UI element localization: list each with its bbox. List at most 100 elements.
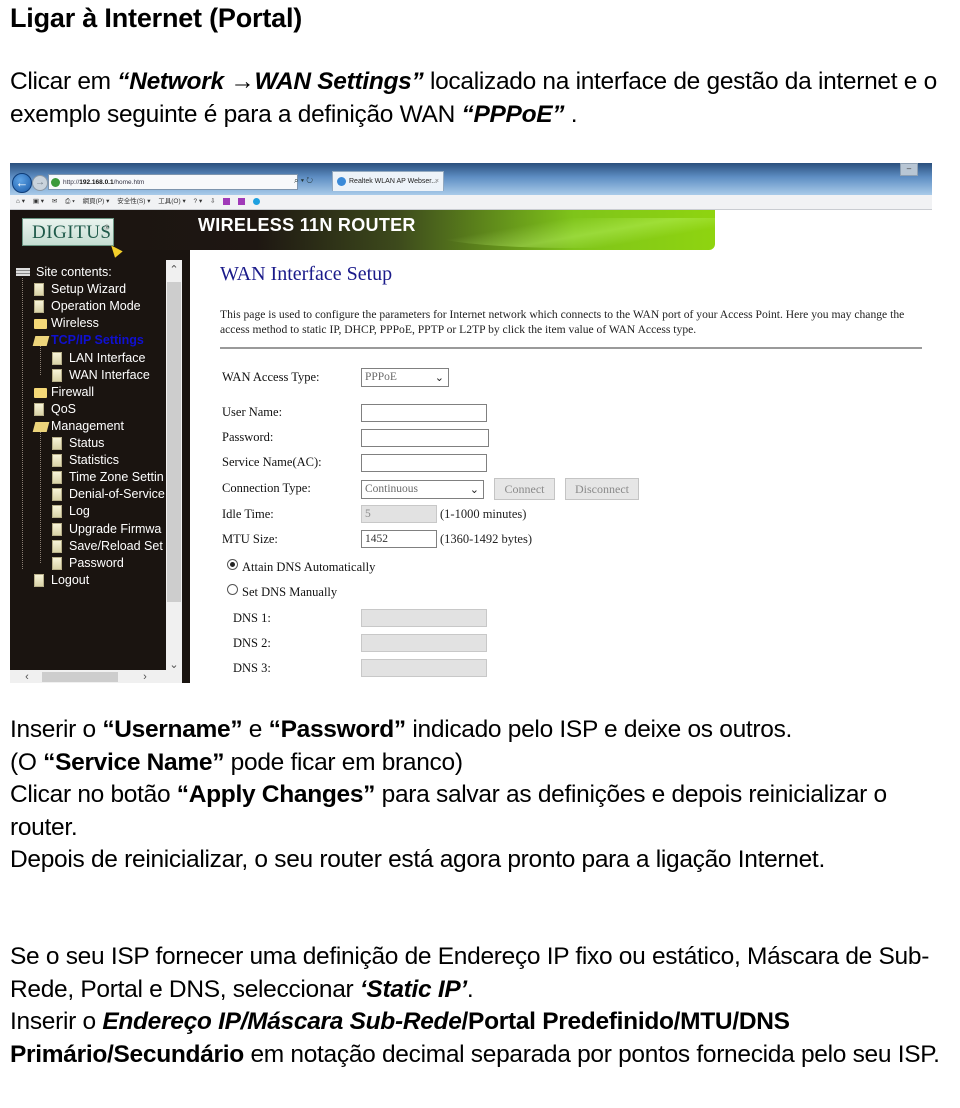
static-ip-emphasis: ‘Static IP’	[359, 975, 467, 1003]
user-name-input[interactable]	[361, 404, 487, 422]
browser-tab[interactable]: Realtek WLAN AP Webser... ×	[332, 171, 444, 191]
browser-command-bar: ⌂ ▾ ▣ ▾ ✉ ⎙ ▾ 網頁(P) ▾ 安全性(S) ▾ 工具(O) ▾ ?…	[10, 195, 932, 210]
divider	[220, 347, 922, 349]
back-arrow-icon: ←	[15, 175, 29, 190]
set-dns-manually-label: Set DNS Manually	[242, 585, 338, 599]
feeds-icon[interactable]: ▣ ▾	[33, 198, 44, 205]
sidebar-horizontal-scrollbar[interactable]: ‹ ›	[10, 670, 182, 683]
intro-paragraph: Clicar em “Network →WAN Settings” locali…	[10, 68, 937, 128]
page-icon	[34, 402, 44, 416]
pppoe-emphasis: “PPPoE”	[461, 100, 565, 128]
instructions-paragraph: Inserir o “Username” e “Password” indica…	[10, 716, 887, 873]
home-icon[interactable]: ⌂ ▾	[16, 198, 25, 205]
user-name-label: User Name:	[222, 405, 283, 419]
download-icon[interactable]: ⇩	[210, 198, 215, 205]
username-emphasis: “Username”	[102, 716, 243, 743]
connection-type-label: Connection Type:	[222, 481, 311, 495]
service-name-label: Service Name(AC):	[222, 455, 322, 469]
page-icon	[52, 351, 62, 365]
static-ip-paragraph: Se o seu ISP fornecer uma definição de E…	[10, 943, 940, 1068]
dns3-input[interactable]	[361, 659, 487, 677]
mtu-size-input[interactable]: 1452	[361, 530, 437, 548]
page-icon	[52, 454, 62, 468]
folder-open-icon	[32, 336, 50, 347]
dns2-label: DNS 2:	[233, 636, 271, 650]
back-button[interactable]: ←	[12, 173, 32, 193]
password-emphasis: “Password”	[268, 716, 407, 743]
page-icon	[52, 539, 62, 553]
skype-icon[interactable]	[252, 197, 260, 205]
address-bar[interactable]: http://192.168.0.1/home.htm	[48, 174, 298, 190]
minimize-button[interactable]: –	[900, 163, 918, 176]
chevron-down-icon: ⌄	[469, 483, 479, 496]
attain-dns-radio[interactable]	[227, 559, 238, 570]
idle-time-input[interactable]: 5	[361, 505, 437, 523]
password-label: Password:	[222, 430, 274, 444]
page-icon	[34, 573, 44, 587]
dns1-input[interactable]	[361, 609, 487, 627]
page-icon	[52, 471, 62, 485]
sidebar-tree: Site contents: Setup Wizard Operation Mode…	[10, 260, 166, 670]
dns2-input[interactable]	[361, 634, 487, 652]
scroll-right-icon[interactable]: ›	[138, 670, 152, 683]
set-dns-manually-radio[interactable]	[227, 584, 238, 595]
page-icon	[52, 556, 62, 570]
scrollbar-thumb[interactable]	[42, 672, 118, 682]
disconnect-button[interactable]: Disconnect	[565, 478, 639, 500]
connection-type-select[interactable]: Continuous ⌄	[361, 480, 484, 499]
onenote-linked-icon[interactable]	[238, 197, 246, 205]
menu-path-emphasis: “Network →WAN Settings”	[117, 68, 424, 95]
site-tree-icon	[16, 268, 30, 276]
tab-close-icon[interactable]: ×	[435, 172, 439, 192]
scrollbar-thumb[interactable]	[167, 282, 181, 602]
page-description: This page is used to configure the param…	[220, 308, 905, 336]
service-name-input[interactable]	[361, 454, 487, 472]
page-icon	[52, 522, 62, 536]
tools-menu[interactable]: 工具(O) ▾	[158, 198, 185, 205]
help-icon[interactable]: ? ▾	[194, 198, 203, 205]
attain-dns-label: Attain DNS Automatically	[242, 560, 376, 574]
ie-tab-icon	[337, 177, 346, 186]
page-icon	[52, 505, 62, 519]
browser-titlebar: ← → http://192.168.0.1/home.htm ⌕ ▾ ↻ Re…	[10, 163, 932, 195]
forward-button[interactable]: →	[32, 175, 48, 191]
sidebar-vertical-scrollbar[interactable]: ⌃ ⌄	[166, 260, 182, 673]
scroll-left-icon[interactable]: ‹	[20, 670, 34, 683]
page-icon	[52, 437, 62, 450]
wan-access-type-label: WAN Access Type:	[222, 370, 320, 384]
password-input[interactable]	[361, 429, 489, 447]
dns1-label: DNS 1:	[233, 611, 271, 625]
page-icon	[34, 283, 44, 297]
folder-icon	[34, 387, 47, 398]
idle-time-label: Idle Time:	[222, 507, 274, 521]
print-icon[interactable]: ⎙ ▾	[65, 198, 75, 205]
folder-icon	[34, 319, 47, 330]
router-header: DIGITUS ® WIRELESS 11N ROUTER	[10, 210, 932, 683]
ip-mask-emphasis: Endereço IP/Máscara Sub-Rede	[102, 1008, 462, 1035]
router-title: WIRELESS 11N ROUTER	[198, 215, 416, 235]
scroll-up-icon[interactable]: ⌃	[166, 262, 182, 278]
page-heading: WAN Interface Setup	[220, 263, 393, 285]
folder-open-icon	[32, 421, 50, 432]
router-screenshot: ← → http://192.168.0.1/home.htm ⌕ ▾ ↻ Re…	[10, 163, 932, 683]
page-icon	[52, 488, 62, 502]
forward-arrow-icon: →	[35, 177, 45, 188]
apply-changes-emphasis: “Apply Changes”	[176, 781, 376, 808]
page-globe-icon	[51, 178, 60, 187]
connect-button[interactable]: Connect	[494, 478, 555, 500]
mtu-size-label: MTU Size:	[222, 532, 278, 546]
page-menu[interactable]: 網頁(P) ▾	[83, 198, 110, 205]
page-icon	[52, 368, 62, 382]
chevron-down-icon: ⌄	[434, 371, 444, 384]
mail-icon[interactable]: ✉	[52, 198, 57, 205]
search-refresh-icons[interactable]: ⌕ ▾ ↻	[294, 176, 313, 186]
safety-menu[interactable]: 安全性(S) ▾	[117, 198, 150, 205]
page-icon	[34, 300, 44, 314]
dns3-label: DNS 3:	[233, 661, 271, 675]
onenote-icon[interactable]	[223, 197, 231, 205]
idle-time-hint: (1-1000 minutes)	[440, 507, 527, 521]
document-title: Ligar à Internet (Portal)	[10, 3, 303, 33]
wan-access-type-select[interactable]: PPPoE ⌄	[361, 368, 449, 387]
service-name-emphasis: “Service Name”	[43, 748, 225, 776]
mtu-size-hint: (1360-1492 bytes)	[440, 532, 532, 546]
